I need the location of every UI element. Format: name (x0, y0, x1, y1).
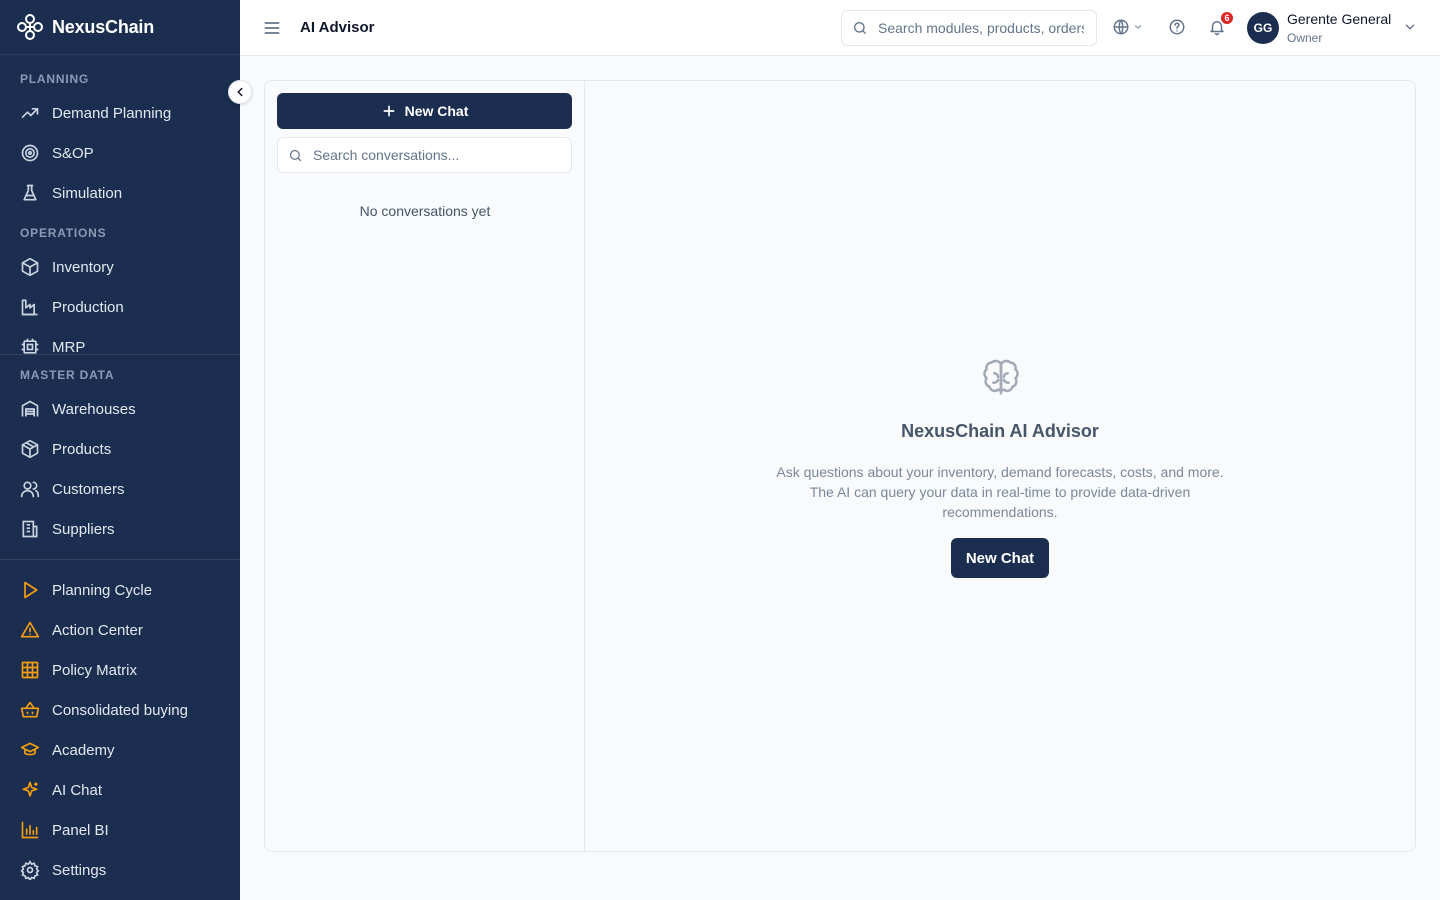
empty-state-description: Ask questions about your inventory, dema… (776, 464, 1224, 520)
package-icon (21, 257, 39, 277)
brain-icon (983, 359, 1019, 395)
empty-state-title: NexusChain AI Advisor (901, 421, 1099, 441)
section-label-operations: OPERATIONS (20, 226, 107, 240)
factory-icon (21, 299, 38, 316)
sidebar-item-customers[interactable]: Customers (0, 469, 240, 509)
warehouse-icon (21, 400, 39, 417)
sidebar-item-label: Consolidated buying (52, 701, 188, 719)
sidebar-item-label: Customers (52, 480, 125, 498)
sidebar-item-label: Products (52, 440, 112, 458)
user-name[interactable]: Gerente General (1287, 11, 1391, 27)
sidebar-item-label: Planning Cycle (52, 581, 153, 599)
search-icon (289, 149, 302, 161)
sidebar-item-inventory[interactable]: Inventory (0, 247, 240, 287)
sidebar-item-label: Panel BI (52, 821, 109, 839)
sidebar-item-panel-bi[interactable]: Panel BI (0, 810, 240, 850)
empty-conversations-text: No conversations yet (359, 203, 491, 219)
cpu-icon (21, 338, 39, 354)
sidebar-item-label: Settings (52, 861, 107, 879)
sidebar-item-planning-cycle[interactable]: Planning Cycle (0, 570, 240, 610)
sidebar-item-label: S&OP (52, 144, 94, 162)
conversation-search[interactable] (277, 137, 572, 173)
sidebar-item-label: Suppliers (52, 520, 115, 538)
sidebar-item-products[interactable]: Products (0, 429, 240, 469)
sidebar-collapse-button[interactable] (228, 80, 252, 104)
sidebar-item-action-center[interactable]: Action Center (0, 610, 240, 650)
trending-up-icon (21, 108, 39, 118)
page-title: AI Advisor (300, 19, 375, 36)
sidebar-item-suppliers[interactable]: Suppliers (0, 509, 240, 549)
flask-icon (23, 184, 37, 201)
section-label-master-data: MASTER DATA (20, 368, 115, 382)
grid-icon (21, 661, 39, 679)
avatar[interactable]: GG (1247, 12, 1279, 44)
sidebar-item-label: Policy Matrix (52, 661, 138, 679)
sidebar-item-warehouses[interactable]: Warehouses (0, 389, 240, 429)
bar-chart-icon (21, 821, 39, 839)
section-label-planning: PLANNING (20, 72, 90, 86)
sidebar-item-consolidated-buying[interactable]: Consolidated buying (0, 690, 240, 730)
help-button[interactable] (1168, 18, 1186, 36)
sidebar-item-production[interactable]: Production (0, 287, 240, 327)
sidebar-item-policy-matrix[interactable]: Policy Matrix (0, 650, 240, 690)
sidebar-item-label: Warehouses (52, 400, 136, 418)
search-icon (854, 22, 866, 34)
sidebar-item-sop[interactable]: S&OP (0, 133, 240, 173)
ai-advisor-panel: New Chat No conversations yet NexusChain… (264, 80, 1416, 852)
user-role: Owner (1287, 31, 1323, 45)
sparkles-icon (22, 781, 38, 797)
global-search-input[interactable] (878, 20, 1084, 36)
notification-badge: 6 (1220, 11, 1234, 25)
conversation-list: New Chat No conversations yet (265, 81, 585, 851)
graduation-cap-icon (20, 742, 40, 756)
sidebar-item-academy[interactable]: Academy (0, 730, 240, 770)
users-icon (20, 481, 40, 498)
sidebar-item-label: Simulation (52, 184, 123, 202)
alert-triangle-icon (20, 621, 40, 638)
sidebar-item-label: Production (52, 298, 124, 316)
sidebar-item-simulation[interactable]: Simulation (0, 173, 240, 213)
sidebar: NexusChain PLANNING Demand Planning S&OP… (0, 0, 240, 900)
sidebar-bottom: Planning Cycle Action Center Policy Matr… (0, 559, 240, 890)
target-icon (21, 144, 39, 162)
sidebar-item-mrp[interactable]: MRP (0, 327, 240, 354)
sidebar-item-demand-planning[interactable]: Demand Planning (0, 93, 240, 133)
chevron-left-icon (237, 87, 243, 97)
sidebar-item-label: AI Chat (52, 781, 103, 799)
brand[interactable]: NexusChain (0, 0, 240, 55)
chevron-down-icon (1134, 25, 1142, 30)
building-icon (22, 520, 38, 538)
sidebar-item-label: Academy (52, 741, 115, 759)
new-chat-button[interactable]: New Chat (277, 93, 572, 129)
sidebar-item-label: MRP (52, 338, 86, 355)
conversation-search-input[interactable] (313, 147, 563, 163)
sidebar-item-label: Demand Planning (52, 104, 172, 122)
globe-icon (1113, 19, 1129, 35)
logo-icon (17, 14, 43, 40)
language-button[interactable] (1112, 18, 1143, 36)
sidebar-scroll-area[interactable]: PLANNING Demand Planning S&OP Simulation… (0, 55, 240, 354)
empty-state-new-chat-button[interactable]: New Chat (951, 538, 1049, 578)
play-icon (24, 581, 38, 599)
gear-icon (20, 860, 40, 880)
sidebar-item-label: Inventory (52, 258, 114, 276)
products-icon (21, 439, 39, 459)
hamburger-icon (264, 21, 280, 34)
sidebar-master-data: MASTER DATA Warehouses Products Customer… (0, 354, 240, 549)
sidebar-item-label: Action Center (52, 621, 143, 639)
sidebar-item-settings[interactable]: Settings (0, 850, 240, 890)
user-menu-toggle[interactable] (1403, 20, 1417, 39)
brand-name: NexusChain (52, 16, 155, 37)
chat-empty-state: NexusChain AI Advisor Ask questions abou… (585, 81, 1415, 851)
top-header: AI Advisor 6 GG Gerente General Owner (240, 0, 1440, 56)
help-circle-icon (1169, 19, 1185, 35)
global-search[interactable] (841, 10, 1097, 46)
plus-icon (383, 105, 395, 117)
menu-toggle-button[interactable] (260, 16, 284, 40)
sidebar-item-ai-chat[interactable]: AI Chat (0, 770, 240, 810)
new-chat-label: New Chat (404, 103, 469, 119)
chevron-down-icon (1405, 24, 1415, 30)
basket-icon (20, 701, 40, 718)
